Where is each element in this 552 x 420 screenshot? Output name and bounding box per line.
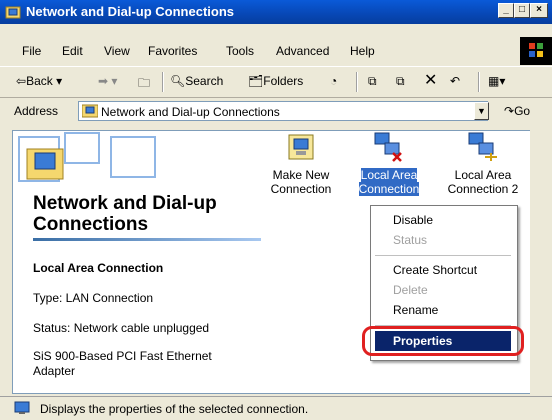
chevron-down-icon: ▼: [477, 106, 486, 116]
address-bar: Address Network and Dial-up Connections …: [0, 98, 552, 124]
address-value: Network and Dial-up Connections: [101, 105, 280, 119]
connection-type: Type: LAN Connection: [33, 291, 154, 305]
menu-advanced[interactable]: Advanced: [276, 44, 329, 58]
delete-button[interactable]: ✕: [424, 70, 437, 90]
menu-item-status: Status: [393, 233, 428, 247]
search-button[interactable]: 🔍︎Search: [170, 74, 223, 88]
icon-label: Local Area Connection: [358, 168, 420, 196]
back-button[interactable]: ⇦Back ▾: [16, 74, 62, 88]
forward-button[interactable]: ➡ ▾: [98, 74, 117, 88]
folders-icon: 🗂︎: [248, 74, 264, 88]
network-folder-icon: [5, 6, 21, 19]
menu-bar: File Edit View Favorites Tools Advanced …: [0, 41, 552, 63]
minimize-button[interactable]: _: [498, 3, 514, 18]
menu-item-create-shortcut[interactable]: Create Shortcut: [375, 260, 511, 280]
menu-item-rename[interactable]: Rename: [375, 300, 511, 320]
copy-to-icon: ⧉: [396, 74, 405, 88]
status-text: Displays the properties of the selected …: [40, 402, 309, 416]
up-folder-icon: 🗀: [138, 76, 151, 90]
views-icon: ▦: [488, 74, 500, 88]
icon-label: Local Area Connection 2: [447, 168, 519, 196]
menu-tools[interactable]: Tools: [226, 44, 254, 58]
views-button[interactable]: ▦▾: [488, 74, 505, 88]
history-icon: ◔: [330, 74, 338, 88]
undo-button[interactable]: ↶: [450, 74, 460, 88]
menu-view[interactable]: View: [104, 44, 130, 58]
explorer-window: Network and Dial-up Connections _ □ × Fi…: [0, 0, 552, 420]
network-folder-icon: [82, 104, 98, 118]
address-label: Address: [14, 104, 59, 118]
local-area-connection-item[interactable]: Local Area Connection: [353, 131, 425, 196]
standard-toolbar: ⇦Back ▾ ➡ ▾ 🗀 🔍︎Search 🗂︎Folders ◔ ⧉ ⧉ ✕…: [0, 66, 552, 98]
network-disconnected-icon: [374, 132, 402, 162]
vertical-scrollbar[interactable]: [530, 130, 544, 394]
go-arrow-icon: ↷: [504, 104, 515, 118]
webview-info-panel: Network and Dial-up Connections Local Ar…: [13, 131, 263, 393]
address-input[interactable]: Network and Dial-up Connections: [78, 101, 488, 121]
move-to-icon: ⧉: [368, 74, 377, 88]
network-connection-icon: [468, 132, 497, 161]
chevron-down-icon: ▾: [56, 74, 63, 88]
menu-item-delete: Delete: [393, 283, 428, 297]
menu-help[interactable]: Help: [350, 44, 375, 58]
back-arrow-icon: ⇦: [16, 74, 27, 88]
toolbar-separator: [478, 72, 480, 92]
history-button[interactable]: ◔: [330, 74, 337, 88]
forward-arrow-icon: ➡: [98, 74, 109, 88]
move-to-button[interactable]: ⧉: [368, 74, 377, 89]
make-new-connection-item[interactable]: Make New Connection: [265, 131, 337, 196]
icon-label: Make New Connection: [270, 168, 332, 196]
menu-file[interactable]: File: [22, 44, 41, 58]
search-icon: 🔍︎: [170, 74, 186, 88]
panel-title: Network and Dial-up Connections: [33, 193, 217, 235]
undo-icon: ↶: [450, 74, 461, 88]
toolbar-separator: [356, 72, 358, 92]
maximize-button[interactable]: □: [514, 3, 530, 18]
close-button[interactable]: ×: [530, 3, 548, 18]
panel-divider: [33, 238, 261, 241]
highlight-annotation-ring: [362, 326, 524, 356]
menu-edit[interactable]: Edit: [62, 44, 83, 58]
copy-to-button[interactable]: ⧉: [396, 74, 405, 89]
connection-status: Status: Network cable unplugged: [33, 321, 210, 335]
status-bar: Displays the properties of the selected …: [0, 396, 552, 420]
make-new-connection-icon: [288, 134, 314, 160]
go-button[interactable]: ↷Go: [504, 104, 530, 118]
address-dropdown-button[interactable]: ▼: [474, 102, 489, 120]
local-area-connection-2-item[interactable]: Local Area Connection 2: [447, 131, 519, 196]
windows-logo-icon: [520, 37, 552, 65]
selected-connection-name: Local Area Connection: [33, 261, 164, 275]
menu-favorites[interactable]: Favorites: [148, 44, 197, 58]
folders-button[interactable]: 🗂︎Folders: [248, 74, 303, 88]
menu-separator: [375, 255, 511, 256]
window-title: Network and Dial-up Connections: [26, 4, 235, 19]
delete-x-icon: ✕: [424, 72, 438, 89]
network-banner-icon: [18, 132, 156, 182]
connection-adapter: SiS 900-Based PCI Fast Ethernet Adapter: [33, 349, 212, 378]
connection-status-icon: [14, 401, 30, 414]
menu-item-disable[interactable]: Disable: [375, 210, 511, 230]
up-folder-button[interactable]: 🗀: [138, 74, 150, 95]
toolbar-separator: [162, 72, 164, 92]
title-bar: Network and Dial-up Connections _ □ ×: [0, 0, 552, 24]
